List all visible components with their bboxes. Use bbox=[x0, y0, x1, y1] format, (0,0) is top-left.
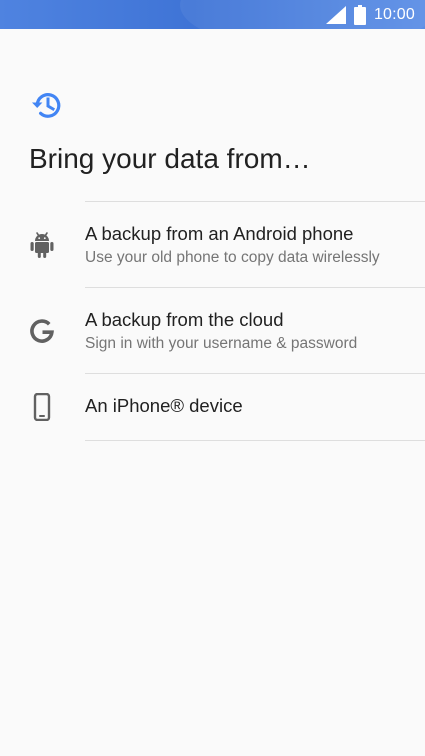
option-title: A backup from an Android phone bbox=[85, 223, 354, 244]
option-subtitle: Sign in with your username & password bbox=[85, 335, 358, 352]
history-icon bbox=[30, 88, 64, 122]
status-icons: 10:00 bbox=[325, 0, 415, 29]
google-icon bbox=[29, 318, 55, 344]
page-title: Bring your data from… bbox=[29, 143, 311, 174]
status-time: 10:00 bbox=[373, 5, 415, 23]
option-iphone[interactable]: An iPhone® device bbox=[0, 374, 425, 440]
option-android-backup[interactable]: A backup from an Android phone Use your … bbox=[0, 202, 425, 288]
option-cloud-backup[interactable]: A backup from the cloud Sign in with you… bbox=[0, 288, 425, 374]
android-icon bbox=[29, 230, 55, 258]
option-subtitle: Use your old phone to copy data wireless… bbox=[85, 249, 380, 266]
signal-icon bbox=[325, 5, 346, 24]
battery-icon bbox=[353, 4, 366, 25]
status-bar: 10:00 bbox=[0, 0, 425, 29]
phone-icon bbox=[29, 392, 55, 422]
option-title: An iPhone® device bbox=[85, 395, 243, 416]
divider bbox=[85, 440, 425, 441]
option-title: A backup from the cloud bbox=[85, 309, 284, 330]
